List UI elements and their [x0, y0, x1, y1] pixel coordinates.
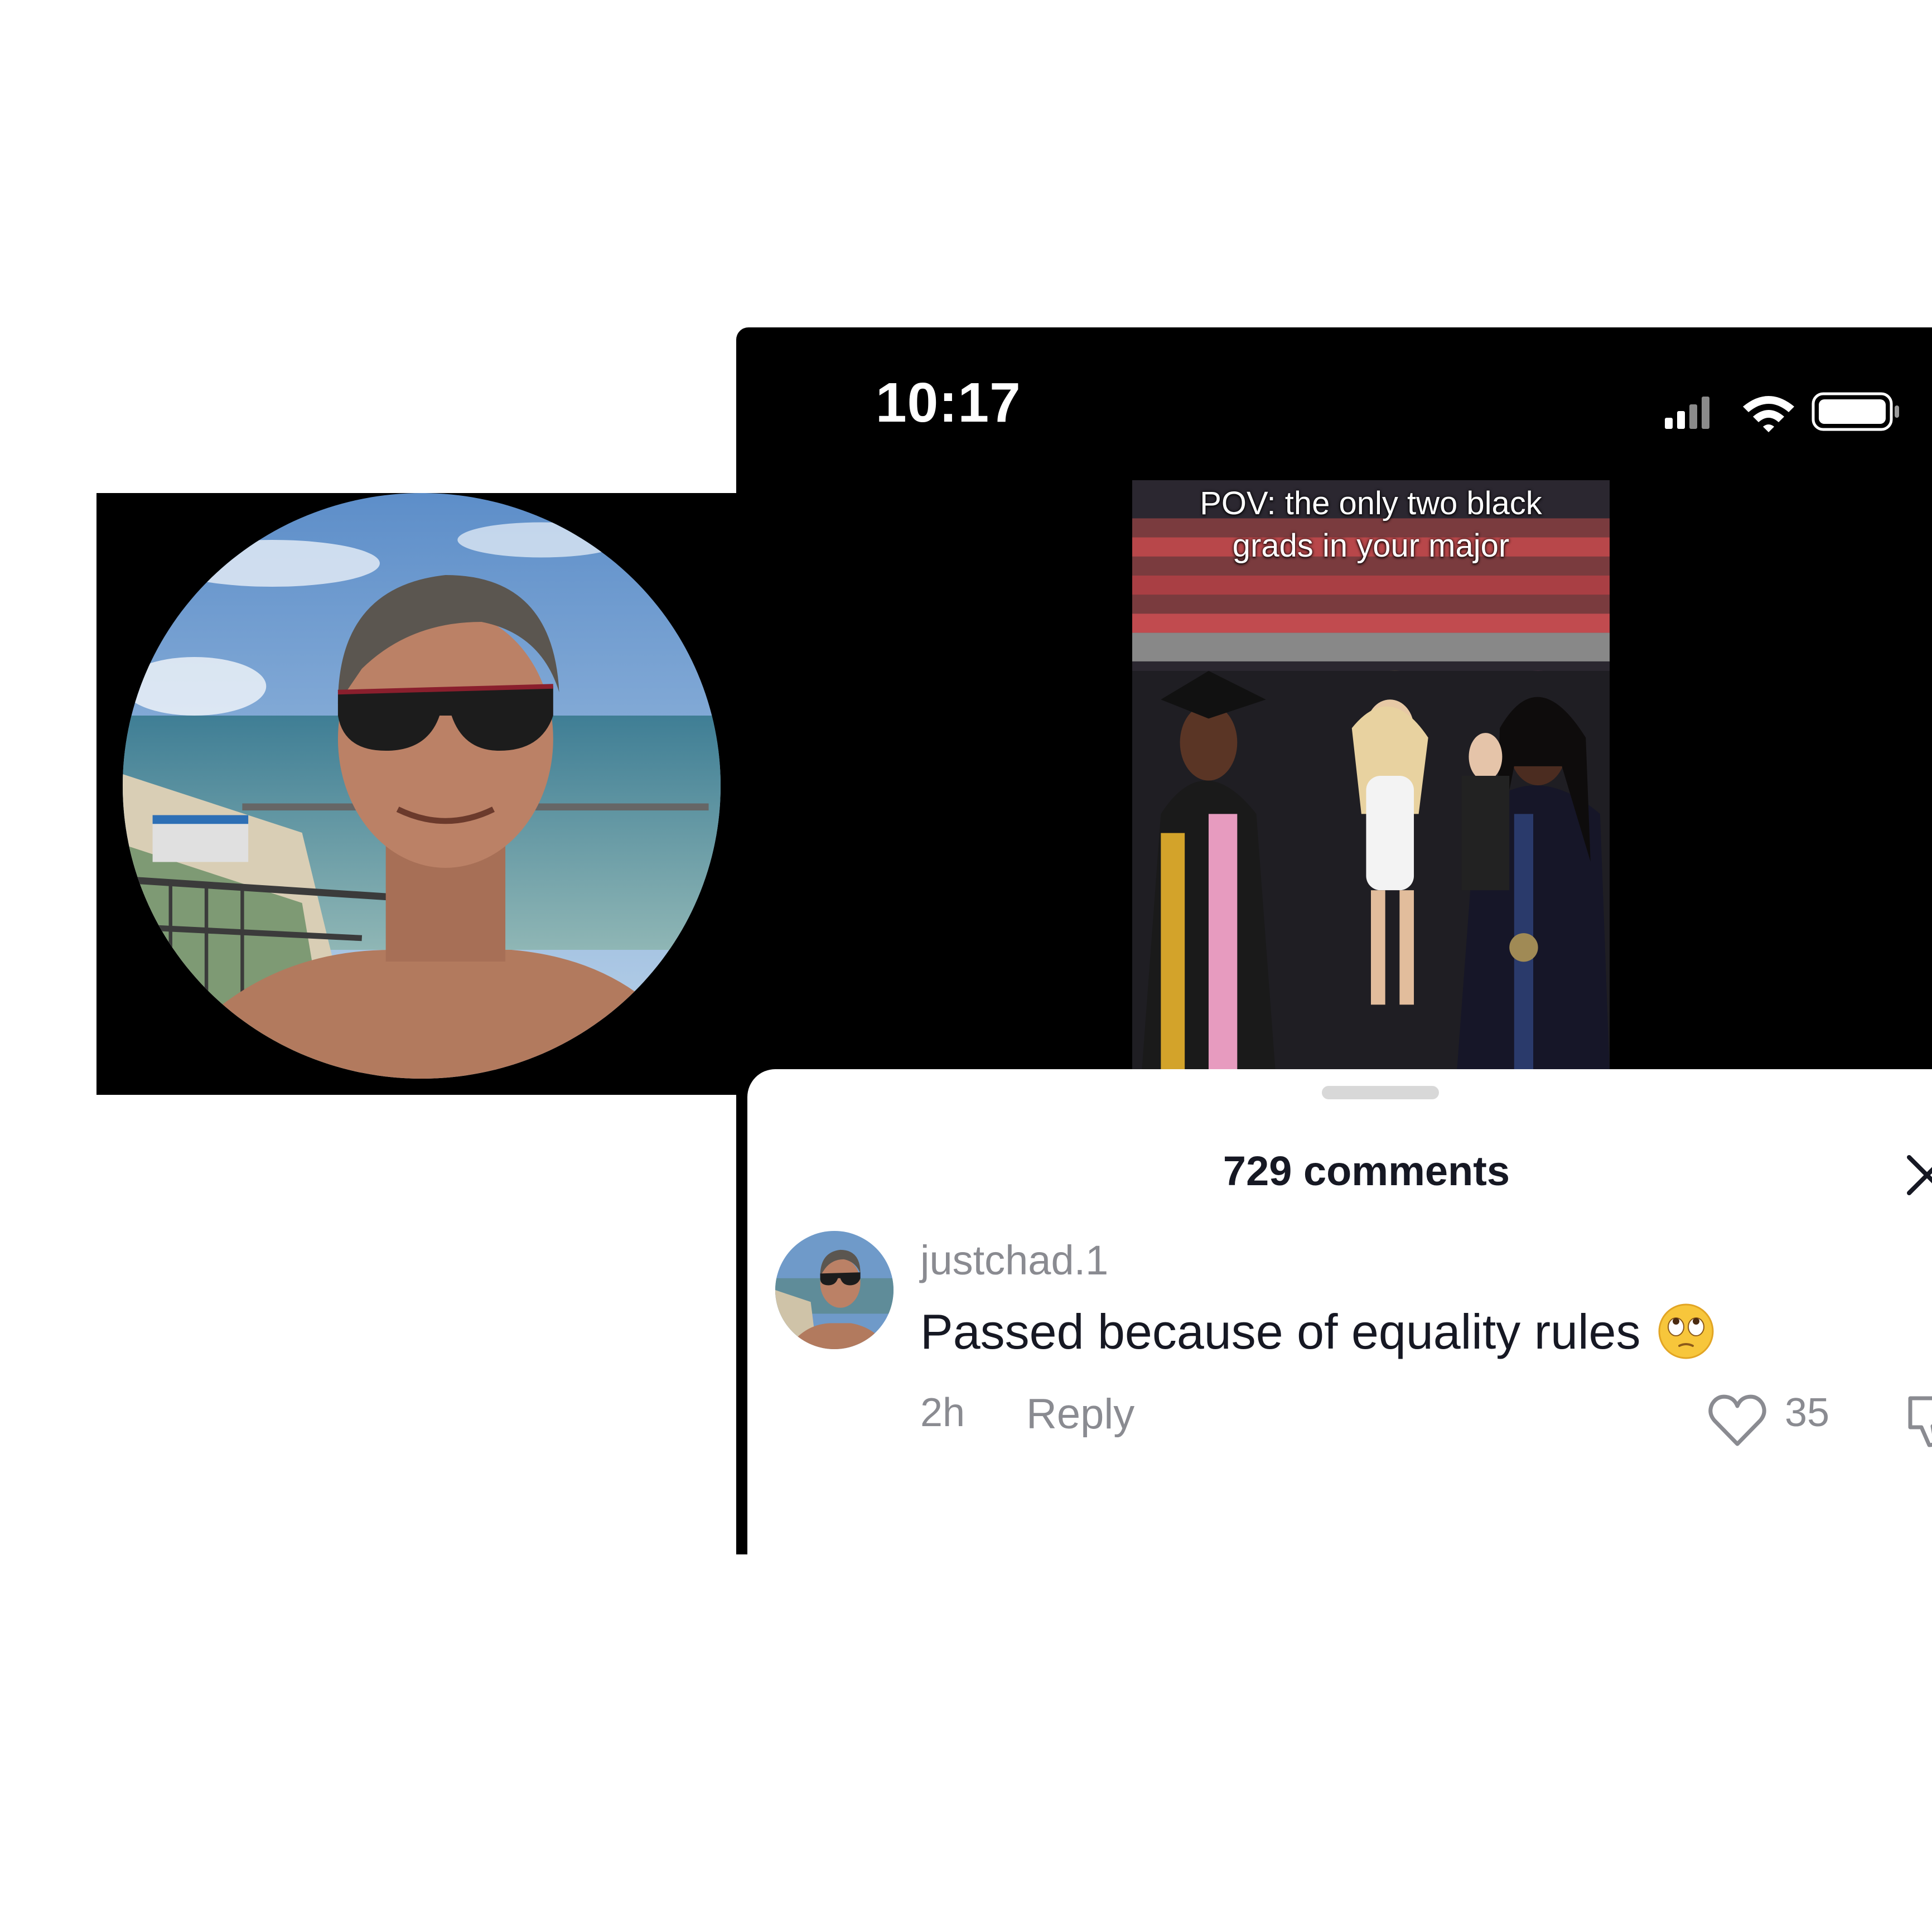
avatar[interactable] — [775, 1231, 893, 1349]
wifi-icon — [1743, 396, 1794, 432]
comments-sheet: 729 comments justchad.1 Passed because o… — [747, 1069, 1932, 1554]
phone-screen: 10:17 POV: the only two black grads in y… — [736, 327, 1932, 1554]
thumbs-down-icon[interactable] — [1905, 1393, 1932, 1448]
battery-icon — [1812, 392, 1899, 431]
reply-button[interactable]: Reply — [1026, 1390, 1134, 1438]
profile-photo-image — [123, 493, 721, 1079]
video-caption-line-1: POV: the only two black — [1200, 485, 1542, 521]
status-icons — [1662, 389, 1930, 433]
comment-timestamp: 2h — [920, 1390, 965, 1435]
like-count: 35 — [1785, 1390, 1830, 1435]
status-bar: 10:17 — [736, 327, 1932, 472]
video-caption: POV: the only two black grads in your ma… — [1132, 480, 1610, 567]
video-thumbnail[interactable]: POV: the only two black grads in your ma… — [1132, 480, 1610, 1071]
video-caption-line-2: grads in your major — [1232, 528, 1510, 564]
comment-text: Passed because of equality rules — [920, 1303, 1715, 1365]
comment-body: Passed because of equality rules — [920, 1304, 1641, 1359]
comment-item: justchad.1 Passed because of equality ru… — [747, 1069, 1932, 1554]
heart-icon[interactable] — [1707, 1393, 1768, 1448]
profile-photo-panel — [96, 493, 737, 1095]
comment-username[interactable]: justchad.1 — [920, 1237, 1108, 1284]
cellular-signal-icon — [1665, 397, 1709, 429]
status-time: 10:17 — [876, 371, 1021, 434]
video-frame-image — [1132, 480, 1610, 1071]
profile-photo — [123, 493, 721, 1079]
face-with-rolling-eyes-emoji-icon — [1657, 1302, 1715, 1360]
